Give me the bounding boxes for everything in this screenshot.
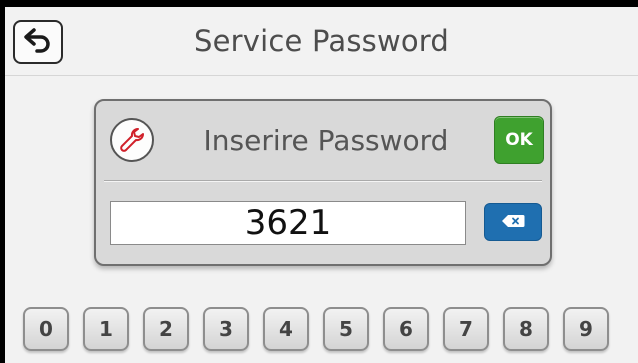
ok-button[interactable]: OK (494, 116, 544, 164)
key-1[interactable]: 1 (83, 307, 129, 351)
back-arrow-icon (23, 27, 53, 57)
wrench-icon (110, 118, 154, 162)
page-title: Service Password (193, 24, 450, 58)
key-4[interactable]: 4 (263, 307, 309, 351)
password-input[interactable] (110, 201, 466, 245)
back-button[interactable] (13, 20, 63, 64)
key-8[interactable]: 8 (503, 307, 549, 351)
key-9[interactable]: 9 (563, 307, 609, 351)
divider (104, 180, 542, 182)
key-5[interactable]: 5 (323, 307, 369, 351)
delete-button[interactable] (484, 203, 542, 241)
password-dialog: Inserire Password OK (94, 99, 552, 266)
key-0[interactable]: 0 (23, 307, 69, 351)
numeric-keypad: 0 1 2 3 4 5 6 7 8 9 (23, 307, 623, 351)
header-bar: Service Password (5, 7, 638, 76)
backspace-icon (501, 213, 525, 232)
service-password-screen: Service Password Inserire Password OK 36… (5, 7, 638, 363)
key-2[interactable]: 2 (143, 307, 189, 351)
key-7[interactable]: 7 (443, 307, 489, 351)
password-prompt: Inserire Password (203, 123, 449, 157)
key-3[interactable]: 3 (203, 307, 249, 351)
key-6[interactable]: 6 (383, 307, 429, 351)
